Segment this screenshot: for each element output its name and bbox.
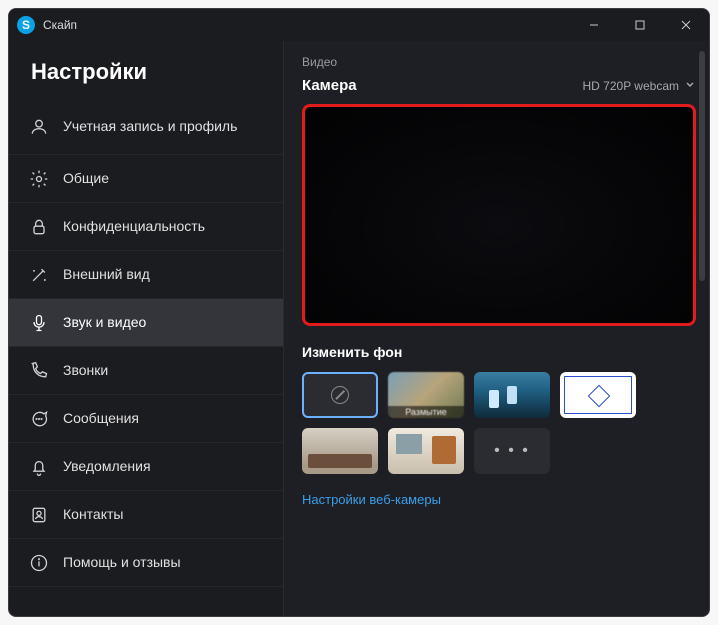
bg-tile-room1[interactable]	[302, 428, 378, 474]
window-title: Скайп	[43, 18, 77, 32]
sidebar-item-notifications[interactable]: Уведомления	[9, 443, 283, 491]
sidebar-item-general[interactable]: Общие	[9, 155, 283, 203]
section-label-video: Видео	[302, 55, 695, 69]
titlebar: S Скайп	[9, 9, 709, 41]
contacts-icon	[29, 505, 49, 525]
sidebar-item-label: Сообщения	[63, 410, 139, 427]
webcam-settings-link[interactable]: Настройки веб-камеры	[302, 492, 695, 507]
gear-icon	[29, 169, 49, 189]
mic-icon	[29, 313, 49, 333]
info-icon	[29, 553, 49, 573]
sidebar-item-messages[interactable]: Сообщения	[9, 395, 283, 443]
sidebar-item-label: Уведомления	[63, 458, 151, 475]
app-window: S Скайп Настройки Учетная запись и профи…	[8, 8, 710, 617]
camera-row: Камера HD 720P webcam	[302, 77, 695, 94]
bg-tile-ornament[interactable]	[560, 372, 636, 418]
body: Настройки Учетная запись и профиль Общие	[9, 41, 709, 616]
none-icon	[331, 386, 349, 404]
phone-icon	[29, 361, 49, 381]
minimize-button[interactable]	[571, 9, 617, 41]
bg-tile-none[interactable]	[302, 372, 378, 418]
camera-heading: Камера	[302, 77, 583, 94]
sidebar-item-privacy[interactable]: Конфиденциальность	[9, 203, 283, 251]
camera-selected-value: HD 720P webcam	[583, 79, 680, 93]
sidebar-item-audio-video[interactable]: Звук и видео	[9, 299, 283, 347]
sidebar-item-contacts[interactable]: Контакты	[9, 491, 283, 539]
background-grid: Размытие • • •	[302, 372, 695, 474]
app-icon: S	[17, 16, 35, 34]
close-button[interactable]	[663, 9, 709, 41]
sidebar-item-label: Звук и видео	[63, 314, 146, 331]
chevron-down-icon	[685, 79, 695, 93]
scrollbar[interactable]	[699, 51, 705, 281]
sidebar-item-label: Конфиденциальность	[63, 218, 205, 235]
sidebar: Настройки Учетная запись и профиль Общие	[9, 41, 284, 616]
user-icon	[29, 117, 49, 137]
sidebar-item-appearance[interactable]: Внешний вид	[9, 251, 283, 299]
camera-select[interactable]: HD 720P webcam	[583, 79, 696, 93]
sidebar-item-label: Общие	[63, 170, 109, 187]
bell-icon	[29, 457, 49, 477]
content-pane: Видео Камера HD 720P webcam Изменить фон	[284, 41, 709, 616]
bg-tile-more[interactable]: • • •	[474, 428, 550, 474]
bg-tile-room2[interactable]	[388, 428, 464, 474]
sidebar-item-label: Внешний вид	[63, 266, 150, 283]
camera-preview	[302, 104, 696, 326]
sidebar-item-label: Учетная запись и профиль	[63, 118, 237, 135]
sidebar-item-label: Контакты	[63, 506, 123, 523]
lock-icon	[29, 217, 49, 237]
more-icon: • • •	[494, 442, 530, 460]
bg-tile-waterfall[interactable]	[474, 372, 550, 418]
settings-heading: Настройки	[9, 41, 283, 99]
sidebar-item-calls[interactable]: Звонки	[9, 347, 283, 395]
sidebar-item-help[interactable]: Помощь и отзывы	[9, 539, 283, 587]
nav-list: Учетная запись и профиль Общие Конфиденц…	[9, 99, 283, 616]
maximize-button[interactable]	[617, 9, 663, 41]
change-background-heading: Изменить фон	[302, 344, 695, 360]
chat-icon	[29, 409, 49, 429]
bg-tile-label: Размытие	[388, 406, 464, 418]
sidebar-item-account[interactable]: Учетная запись и профиль	[9, 99, 283, 155]
bg-tile-blur[interactable]: Размытие	[388, 372, 464, 418]
sidebar-item-label: Звонки	[63, 362, 108, 379]
sidebar-item-label: Помощь и отзывы	[63, 554, 181, 571]
wand-icon	[29, 265, 49, 285]
